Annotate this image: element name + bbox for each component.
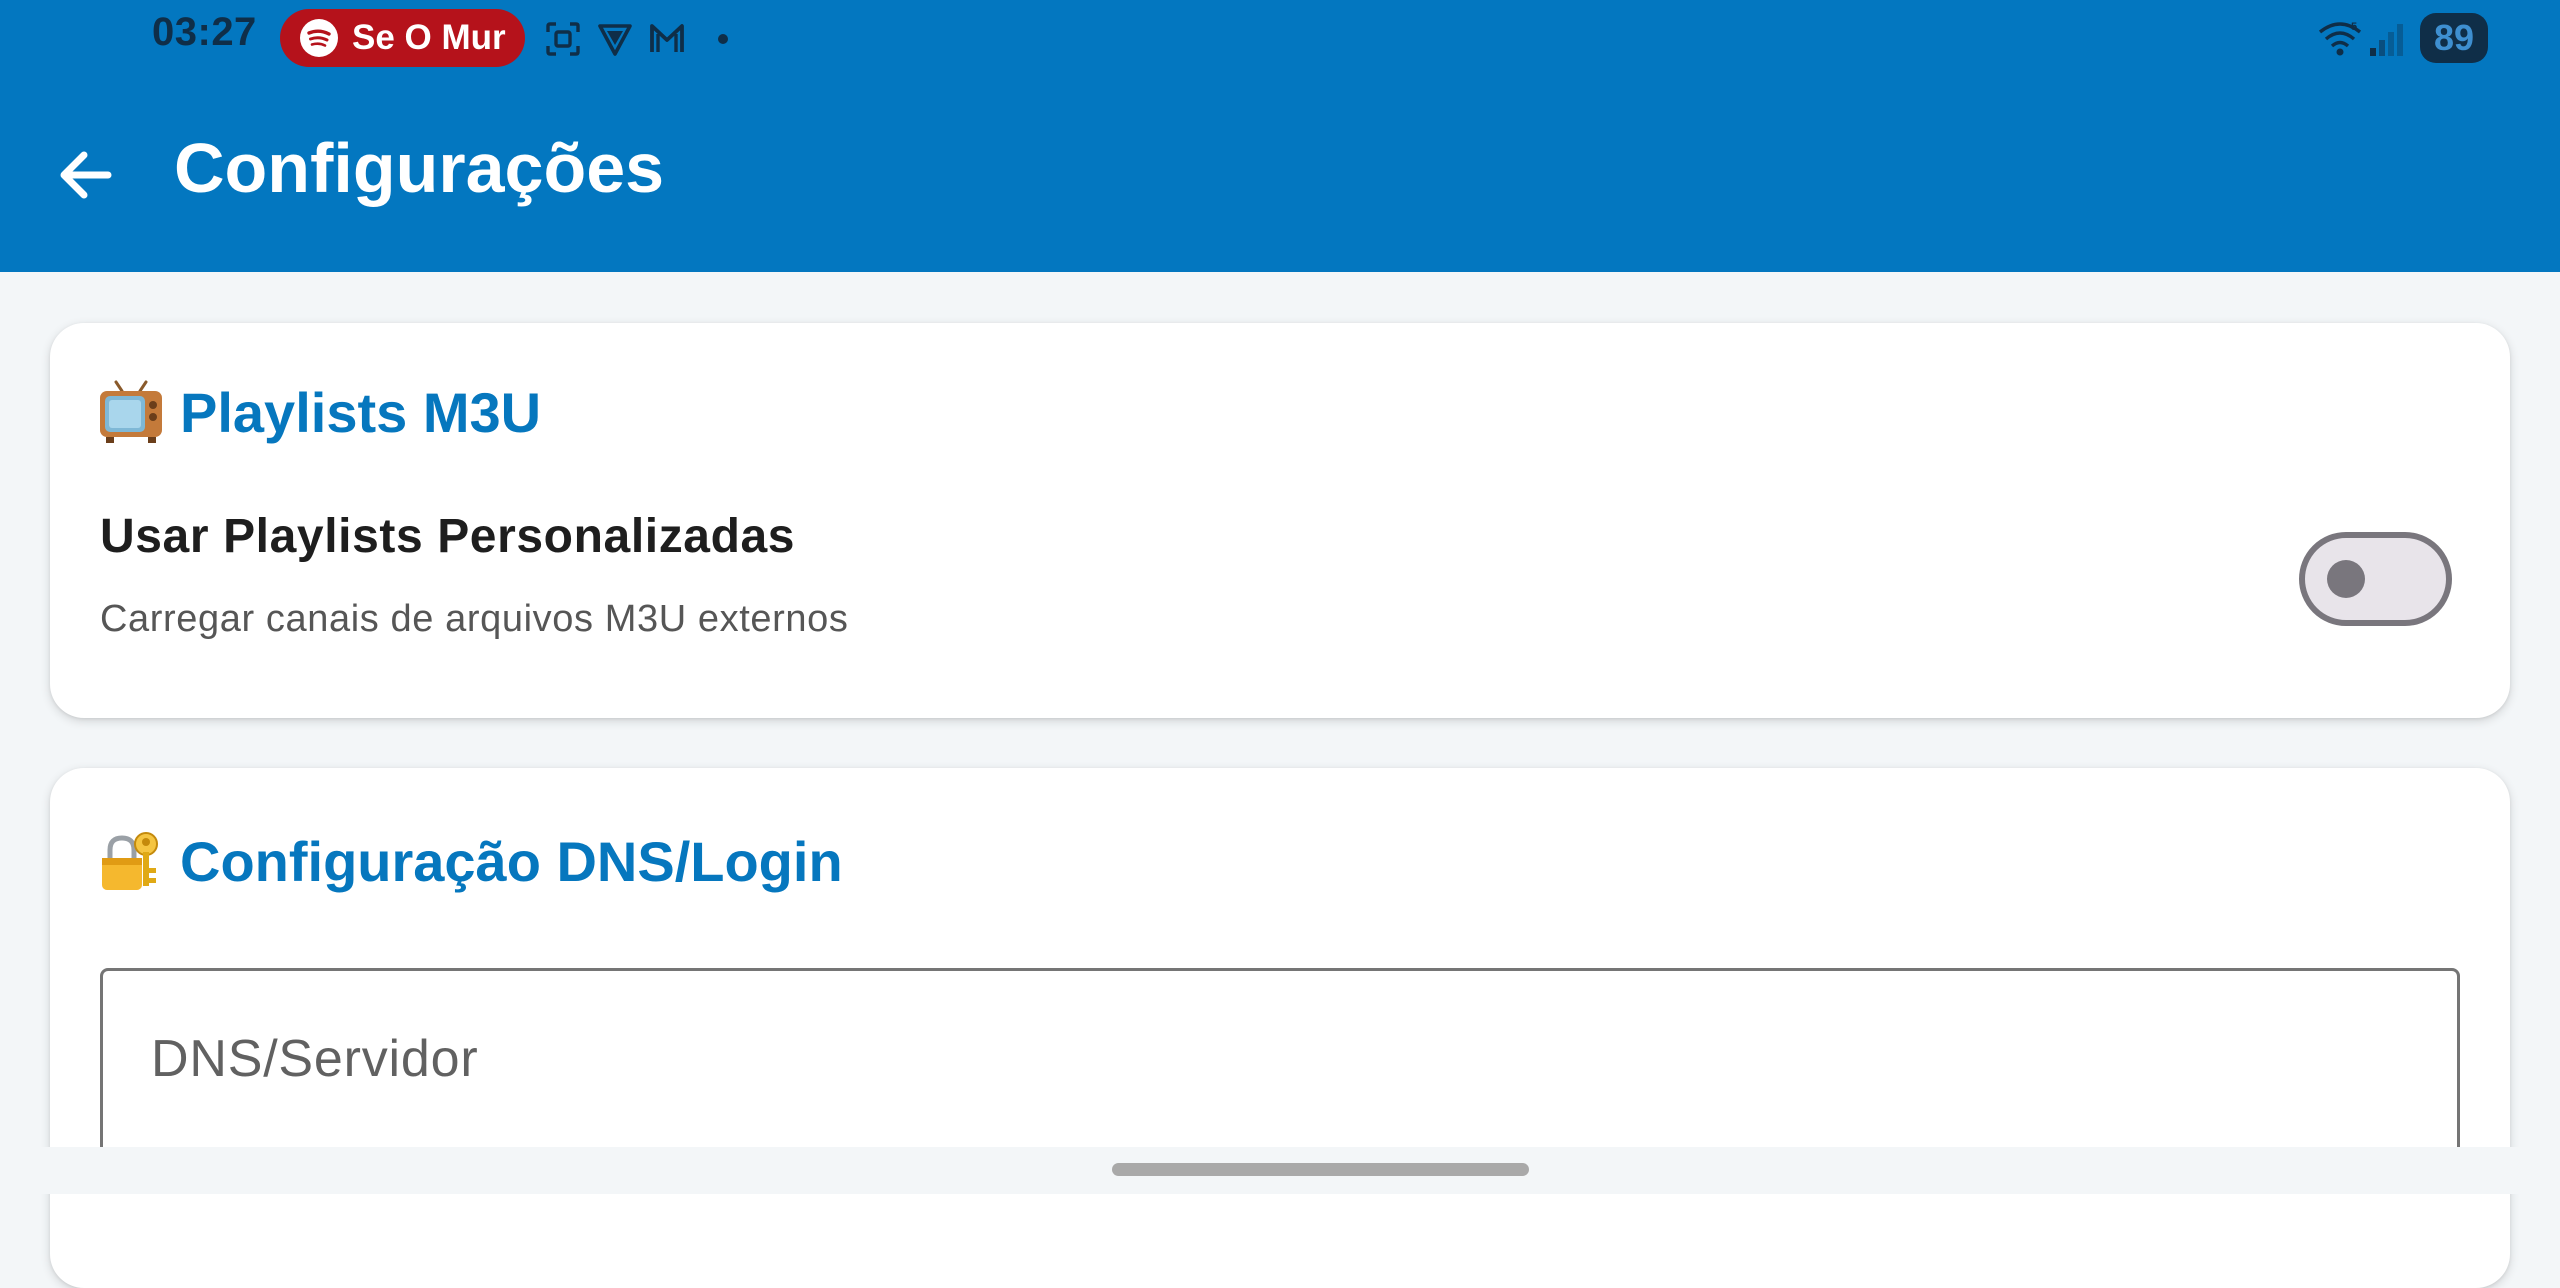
- back-arrow-icon[interactable]: [46, 135, 126, 215]
- playlists-section-header: Playlists M3U: [98, 379, 541, 445]
- svg-text:5: 5: [2351, 21, 2357, 33]
- media-title: Se O Mur: [352, 18, 506, 57]
- television-icon: [100, 380, 162, 443]
- wifi-icon: 5: [2318, 21, 2362, 56]
- screenshot-icon: [546, 22, 580, 56]
- notification-dot-icon: [718, 34, 728, 44]
- dns-login-card: Configuração DNS/Login DNS/Servidor: [50, 768, 2510, 1288]
- setting-subtitle: Carregar canais de arquivos M3U externos: [100, 598, 849, 640]
- page-title: Configurações: [174, 129, 665, 207]
- media-playing-chip[interactable]: Se O Mur: [280, 9, 525, 67]
- status-time: 03:27: [152, 10, 257, 54]
- dns-section-header: Configuração DNS/Login: [98, 828, 843, 894]
- gmail-icon: [650, 24, 684, 52]
- custom-playlists-toggle[interactable]: [2299, 532, 2452, 626]
- playlists-card: Playlists M3U Usar Playlists Personaliza…: [50, 323, 2510, 718]
- setting-title: Usar Playlists Personalizadas: [100, 510, 796, 563]
- battery-icon: 89: [2420, 13, 2488, 63]
- toggle-knob: [2327, 560, 2365, 598]
- signal-icon: [2370, 24, 2403, 56]
- section-heading: Configuração DNS/Login: [180, 829, 843, 893]
- section-heading: Playlists M3U: [180, 380, 542, 444]
- spotify-icon: [300, 19, 338, 57]
- locked-with-key-icon: [102, 832, 158, 890]
- vpn-shield-icon: [598, 24, 632, 56]
- home-gesture-handle[interactable]: [1112, 1163, 1529, 1176]
- battery-level: 89: [2433, 17, 2475, 58]
- dns-server-placeholder: DNS/Servidor: [151, 1030, 479, 1088]
